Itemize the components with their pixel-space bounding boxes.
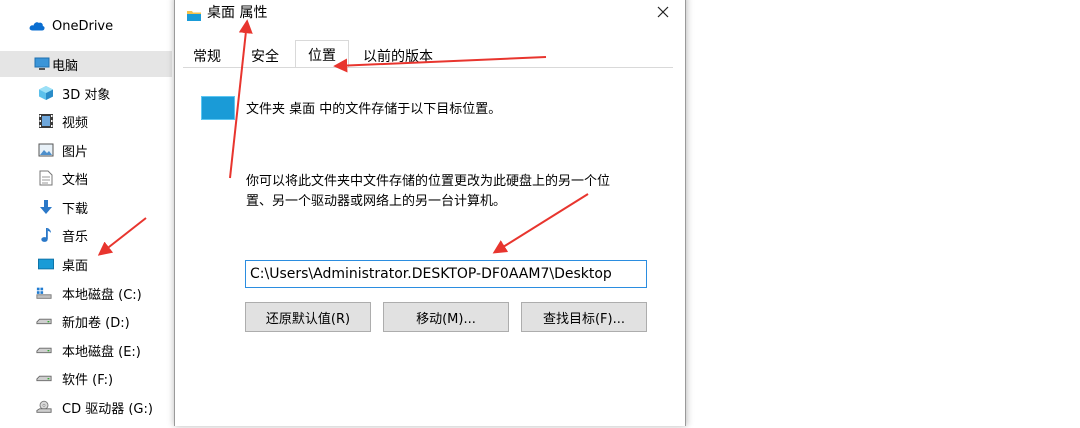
nav-item-label: 3D 对象 [62, 87, 111, 103]
picture-icon [38, 142, 54, 158]
close-icon [657, 6, 669, 18]
cube-icon [38, 85, 54, 101]
computer-icon [34, 56, 50, 72]
nav-item-drive-e[interactable]: 本地磁盘 (E:) [0, 337, 172, 363]
nav-item-label: CD 驱动器 (G:) [62, 401, 153, 417]
nav-item-label: 电脑 [52, 58, 79, 74]
nav-item-desktop[interactable]: 桌面 [0, 251, 172, 277]
cd-drive-icon [36, 399, 52, 415]
drive-icon [36, 313, 52, 329]
nav-item-3d-objects[interactable]: 3D 对象 [0, 80, 172, 106]
drive-icon [36, 342, 52, 358]
nav-item-onedrive[interactable]: OneDrive [0, 13, 172, 39]
nav-item-label: 图片 [62, 144, 89, 160]
nav-item-this-pc[interactable]: 电脑 [0, 51, 172, 77]
dialog-title: 桌面 属性 [207, 5, 268, 21]
desktop-folder-icon [201, 96, 235, 120]
music-icon [38, 227, 54, 243]
nav-item-label: 桌面 [62, 258, 89, 274]
system-drive-icon [36, 285, 52, 301]
location-info-text: 文件夹 桌面 中的文件存储于以下目标位置。 [246, 102, 502, 117]
folder-icon [187, 6, 201, 21]
tab-security[interactable]: 安全 [251, 46, 279, 66]
nav-item-label: 下载 [62, 201, 89, 217]
download-icon [38, 199, 54, 215]
desktop-icon [38, 256, 54, 272]
document-icon [38, 170, 54, 186]
close-button[interactable] [649, 0, 677, 24]
nav-item-drive-g[interactable]: CD 驱动器 (G:) [0, 394, 172, 420]
nav-item-music[interactable]: 音乐 [0, 222, 172, 248]
nav-item-label: 新加卷 (D:) [62, 315, 130, 331]
location-path-input[interactable] [245, 260, 647, 288]
nav-item-drive-f[interactable]: 软件 (F:) [0, 365, 172, 391]
drive-icon [36, 370, 52, 386]
properties-dialog: 桌面 属性 常规 安全 位置 以前的版本 文件夹 桌面 中的文件存储于以下目标位… [174, 0, 686, 426]
move-button[interactable]: 移动(M)... [383, 302, 509, 332]
nav-item-label: 音乐 [62, 229, 89, 245]
nav-item-label: 软件 (F:) [62, 372, 114, 388]
tab-location[interactable]: 位置 [295, 40, 349, 68]
description-line-2: 置、另一个驱动器或网络上的另一台计算机。 [246, 194, 507, 209]
nav-item-label: 视频 [62, 115, 89, 131]
description-line-1: 你可以将此文件夹中文件存储的位置更改为此硬盘上的另一个位 [246, 174, 611, 189]
nav-item-label: 文档 [62, 172, 89, 188]
tab-strip: 常规 安全 位置 以前的版本 [175, 40, 685, 68]
nav-item-videos[interactable]: 视频 [0, 108, 172, 134]
cloud-icon [29, 18, 45, 34]
nav-item-drive-c[interactable]: 本地磁盘 (C:) [0, 280, 172, 306]
nav-item-label: OneDrive [52, 18, 114, 34]
nav-item-documents[interactable]: 文档 [0, 165, 172, 191]
nav-item-label: 本地磁盘 (C:) [62, 287, 142, 303]
nav-item-downloads[interactable]: 下载 [0, 194, 172, 220]
nav-item-pictures[interactable]: 图片 [0, 137, 172, 163]
video-icon [38, 113, 54, 129]
nav-item-label: 本地磁盘 (E:) [62, 344, 141, 360]
find-target-button[interactable]: 查找目标(F)... [521, 302, 647, 332]
restore-default-button[interactable]: 还原默认值(R) [245, 302, 371, 332]
navigation-pane: OneDrive 电脑 3D 对象 视频 图片 文档 下载 音乐 桌面 本地磁盘… [0, 0, 172, 417]
tab-previous-versions[interactable]: 以前的版本 [363, 46, 433, 66]
nav-item-drive-d[interactable]: 新加卷 (D:) [0, 308, 172, 334]
dialog-title-bar[interactable]: 桌面 属性 [175, 0, 685, 32]
location-tab-panel: 文件夹 桌面 中的文件存储于以下目标位置。 你可以将此文件夹中文件存储的位置更改… [175, 68, 685, 428]
tab-general[interactable]: 常规 [193, 46, 221, 66]
